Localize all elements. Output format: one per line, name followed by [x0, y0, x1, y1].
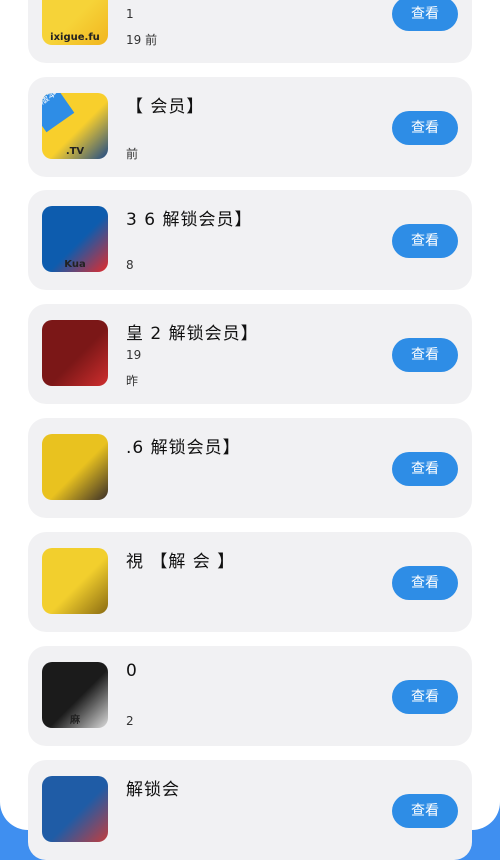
view-button[interactable]: 查看: [392, 566, 458, 600]
list-item[interactable]: 解锁会查看: [28, 760, 472, 860]
view-button[interactable]: 查看: [392, 338, 458, 372]
app-size: 19: [126, 348, 142, 362]
blue-app-icon: [42, 776, 108, 842]
list-item[interactable]: 皇 2 解锁会员】 19 昨 查看: [28, 304, 472, 404]
list-item[interactable]: Kua 3 6 解锁会员】 8 查看: [28, 190, 472, 290]
app-update-time: 8: [126, 258, 134, 272]
app-icon-label: .TV: [65, 146, 85, 157]
list-item[interactable]: .6 解锁会员】查看: [28, 418, 472, 518]
app-title: 視 【解 会 】: [126, 552, 236, 572]
red-app-icon: [42, 320, 108, 386]
app-title: 3 6 解锁会员】: [126, 210, 253, 230]
app-icon-label: ixigue.fu: [50, 32, 100, 43]
app-update-time: 2: [126, 714, 134, 728]
view-button[interactable]: 查看: [392, 452, 458, 486]
view-button[interactable]: 查看: [392, 111, 458, 145]
list-item[interactable]: 視 【解 会 】查看: [28, 532, 472, 632]
app-title: 解锁会: [126, 780, 180, 800]
list-item[interactable]: 新版本 .TV 【 会员】前 查看: [28, 77, 472, 177]
view-button[interactable]: 查看: [392, 0, 458, 31]
app-title: 0: [126, 661, 138, 681]
black-app-icon: 麻: [42, 662, 108, 728]
app-update-time: 19 前: [126, 33, 158, 47]
xigua-icon: ixigue.fu: [42, 0, 108, 45]
app-title: [126, 0, 376, 4]
view-button[interactable]: 查看: [392, 794, 458, 828]
yellow-app-icon: [42, 548, 108, 614]
app-title: 【 会员】: [126, 97, 205, 117]
app-size: 1: [126, 7, 134, 21]
app-icon-label: Kua: [64, 259, 86, 270]
kuaiying-icon: Kua: [42, 206, 108, 272]
app-update-time: 昨: [126, 374, 139, 388]
portrait-icon: [42, 434, 108, 500]
app-update-time: 前: [126, 147, 139, 161]
new-version-badge: 新版本: [42, 93, 75, 133]
list-item[interactable]: ixigue.fu 1 19 前 查看: [28, 0, 472, 63]
app-title: .6 解锁会员】: [126, 438, 241, 458]
view-button[interactable]: 查看: [392, 680, 458, 714]
app-icon-label: 麻: [70, 715, 80, 726]
list-item[interactable]: 麻 0 2 查看: [28, 646, 472, 746]
view-button[interactable]: 查看: [392, 224, 458, 258]
thumb-icon: 新版本 .TV: [42, 93, 108, 159]
app-title: 皇 2 解锁会员】: [126, 324, 259, 344]
